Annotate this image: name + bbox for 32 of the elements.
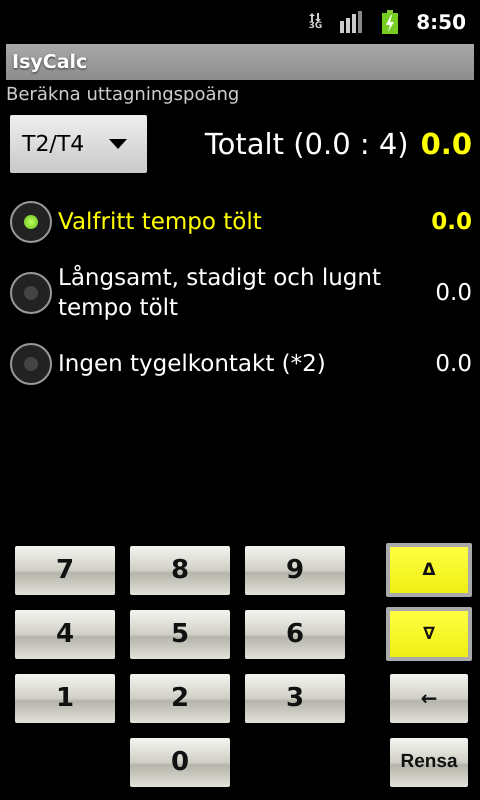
number-key[interactable]: 3 [245,674,345,722]
radio-button[interactable] [10,272,52,314]
number-key[interactable]: 1 [15,674,115,722]
option-label[interactable]: Ingen tygelkontakt (*2) [58,349,430,379]
radio-button[interactable] [10,343,52,385]
signal-icon [340,11,364,33]
number-key[interactable]: 4 [15,610,115,658]
side-key[interactable]: ∇ [386,607,472,661]
window-title: IsyCalc [6,44,474,80]
radio-button[interactable] [10,201,52,243]
option-label[interactable]: Långsamt, stadigt och lugnt tempo tölt [58,263,430,323]
option-score: 0.0 [431,209,472,235]
subtitle: Beräkna uttagningspoäng [6,84,240,105]
number-key[interactable]: 0 [130,738,230,786]
number-key[interactable]: 5 [130,610,230,658]
option-label[interactable]: Valfritt tempo tölt [58,207,426,237]
number-key[interactable]: 8 [130,546,230,594]
caret-icon [109,139,127,149]
side-key[interactable]: ← [390,674,468,722]
option-score: 0.0 [435,351,472,377]
number-key[interactable]: 7 [15,546,115,594]
number-key[interactable]: 2 [130,674,230,722]
total-label: Totalt (0.0 : 4) [204,127,409,161]
number-key[interactable]: 9 [245,546,345,594]
clock: 8:50 [416,10,466,34]
side-key[interactable]: Δ [386,543,472,597]
battery-charging-icon [382,10,398,34]
total-value: 0.0 [420,127,472,161]
class-dropdown[interactable]: T2/T4 [10,115,147,173]
option-score: 0.0 [435,280,472,306]
number-key[interactable]: 6 [245,610,345,658]
side-key[interactable]: Rensa [390,738,468,786]
